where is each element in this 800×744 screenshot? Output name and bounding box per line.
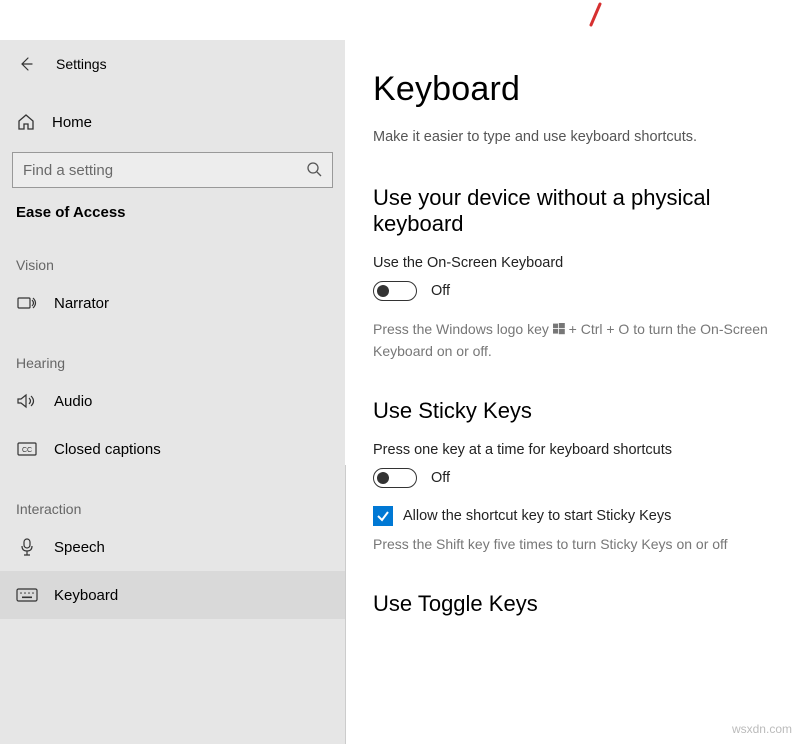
sidebar-item-label: Keyboard: [54, 587, 118, 604]
sidebar-item-keyboard[interactable]: Keyboard: [0, 571, 345, 619]
windows-logo-icon: [553, 320, 565, 341]
sticky-toggle-state: Off: [431, 470, 450, 486]
sidebar-item-label: Narrator: [54, 295, 109, 312]
osk-hint-prefix: Press the Windows logo key: [373, 321, 553, 337]
group-header-interaction: Interaction: [0, 473, 345, 523]
search-input[interactable]: [12, 152, 333, 188]
sticky-allow-checkbox[interactable]: [373, 506, 393, 526]
arrow-left-icon: [18, 56, 34, 72]
microphone-icon: [16, 538, 38, 556]
closed-captions-icon: CC: [16, 442, 38, 456]
back-button[interactable]: [16, 56, 36, 72]
sidebar-item-narrator[interactable]: Narrator: [0, 279, 345, 327]
page-title: Keyboard: [373, 70, 800, 109]
osk-toggle[interactable]: [373, 281, 417, 301]
group-header-hearing: Hearing: [0, 327, 345, 377]
sticky-toggle[interactable]: [373, 468, 417, 488]
search-icon: [306, 161, 322, 180]
sticky-allow-label: Allow the shortcut key to start Sticky K…: [403, 508, 671, 524]
sidebar-item-audio[interactable]: Audio: [0, 377, 345, 425]
osk-label: Use the On-Screen Keyboard: [373, 255, 800, 271]
narrator-icon: [16, 295, 38, 311]
keyboard-icon: [16, 588, 38, 602]
search-field[interactable]: [23, 162, 306, 179]
audio-icon: [16, 393, 38, 409]
sidebar-item-speech[interactable]: Speech: [0, 523, 345, 571]
group-header-vision: Vision: [0, 229, 345, 279]
section-heading-sticky: Use Sticky Keys: [373, 398, 800, 424]
svg-text:CC: CC: [22, 447, 32, 454]
check-icon: [376, 509, 390, 523]
settings-sidebar: Settings Home Ease of Access Vision Narr…: [0, 40, 345, 744]
sidebar-item-label: Speech: [54, 539, 105, 556]
sidebar-home[interactable]: Home: [0, 98, 345, 146]
sticky-label: Press one key at a time for keyboard sho…: [373, 442, 800, 458]
page-subtitle: Make it easier to type and use keyboard …: [373, 129, 800, 145]
home-icon: [16, 113, 36, 131]
osk-toggle-state: Off: [431, 283, 450, 299]
sidebar-item-closed-captions[interactable]: CC Closed captions: [0, 425, 345, 473]
sidebar-category: Ease of Access: [0, 188, 345, 229]
window-top-blank: [0, 0, 800, 40]
sticky-hint: Press the Shift key five times to turn S…: [373, 534, 800, 555]
content-pane: Keyboard Make it easier to type and use …: [345, 40, 800, 744]
sidebar-item-label: Closed captions: [54, 441, 161, 458]
section-heading-osk: Use your device without a physical keybo…: [373, 185, 800, 237]
osk-hint: Press the Windows logo key + Ctrl + O to…: [373, 319, 800, 362]
section-heading-toggle: Use Toggle Keys: [373, 591, 800, 617]
sidebar-item-label: Audio: [54, 393, 92, 410]
watermark: wsxdn.com: [732, 722, 792, 736]
annotation-stroke: [588, 2, 604, 28]
app-title: Settings: [56, 56, 107, 72]
home-label: Home: [52, 114, 92, 131]
